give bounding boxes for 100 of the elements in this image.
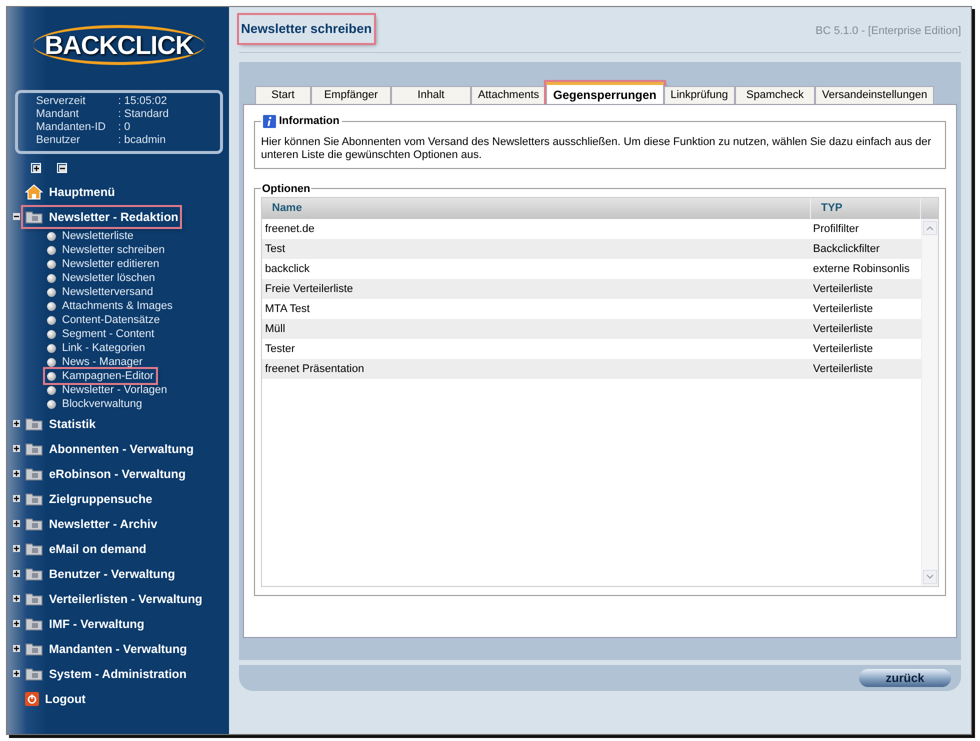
- submenu-item[interactable]: Kampagnen-Editor: [45, 369, 156, 383]
- logo: BACKCLICK: [32, 25, 206, 65]
- bullet-icon: [47, 386, 56, 394]
- table-cell-text: Backclickfilter: [812, 242, 881, 257]
- expand-icon[interactable]: [12, 545, 20, 552]
- info-value: : Standard: [118, 108, 170, 121]
- menu-item[interactable]: Newsletter - Archiv: [23, 514, 160, 534]
- expand-icon[interactable]: [12, 495, 20, 502]
- folder-icon: [25, 416, 43, 430]
- table-cell-text: Verteilerliste: [812, 322, 874, 337]
- menu-item[interactable]: IMF - Verwaltung: [23, 614, 146, 634]
- info-value: : bcadmin: [118, 134, 167, 147]
- table-cell-text: freenet.de: [264, 222, 316, 237]
- folder-icon: [25, 516, 43, 530]
- tab[interactable]: Gegensperrungen: [546, 82, 664, 104]
- page-title: Newsletter schreiben: [239, 15, 374, 42]
- submenu-item[interactable]: Link - Kategorien: [45, 341, 148, 355]
- table-cell-text: Verteilerliste: [812, 342, 874, 357]
- folder-icon: [25, 542, 43, 556]
- tab[interactable]: Inhalt: [391, 86, 471, 104]
- information-legend: Information: [279, 113, 340, 130]
- bullet-icon: [47, 288, 56, 296]
- table-cell-text: Müll: [264, 322, 286, 337]
- bullet-icon: [47, 232, 56, 240]
- table-cell-text: Verteilerliste: [812, 282, 874, 297]
- version-label: BC 5.1.0 - [Enterprise Edition]: [815, 24, 961, 39]
- table-cell-text: Tester: [264, 342, 296, 357]
- table-cell-text: Verteilerliste: [812, 302, 874, 317]
- menu-item[interactable]: Logout: [23, 688, 88, 708]
- menu-item[interactable]: eMail on demand: [23, 538, 148, 558]
- menu-item[interactable]: Newsletter - Redaktion: [23, 206, 180, 226]
- table-cell-text: MTA Test: [264, 302, 311, 317]
- submenu-item[interactable]: Blockverwaltung: [45, 397, 144, 411]
- bullet-icon: [47, 372, 56, 380]
- tab[interactable]: Versandeinstellungen: [815, 86, 934, 104]
- menu-item[interactable]: Hauptmenü: [23, 182, 117, 202]
- house-icon: [25, 184, 43, 200]
- folder-icon: [25, 442, 43, 456]
- folder-icon: [25, 616, 43, 630]
- submenu-item[interactable]: Segment - Content: [45, 327, 156, 341]
- bullet-icon: [47, 260, 56, 268]
- submenu-item[interactable]: Newsletter löschen: [45, 271, 157, 285]
- submenu-item[interactable]: Newsletter - Vorlagen: [45, 383, 170, 397]
- submenu-item[interactable]: Newsletterliste: [45, 229, 136, 243]
- bullet-icon: [47, 316, 56, 324]
- info-label: Mandanten-ID: [36, 121, 107, 134]
- bullet-icon: [47, 330, 56, 338]
- tab[interactable]: Attachments: [471, 86, 546, 104]
- submenu-item[interactable]: Newsletter editieren: [45, 257, 162, 271]
- tab[interactable]: Start: [255, 86, 311, 104]
- expand-icon[interactable]: [12, 420, 20, 427]
- folder-icon: [25, 592, 43, 606]
- bullet-icon: [47, 400, 56, 408]
- submenu-item[interactable]: Newsletter schreiben: [45, 243, 167, 257]
- information-text: Hier können Sie Abonnenten vom Versand des Newsletters ausschließen. Um diese Funktion zu nutzen, wählen Sie dazu einfach aus der unteren Liste die gewünschten Optionen aus.: [261, 136, 932, 162]
- menu-item[interactable]: Statistik: [23, 414, 98, 434]
- table-cell-text: Verteilerliste: [812, 362, 874, 377]
- expand-icon[interactable]: [12, 620, 20, 627]
- expand-icon[interactable]: [12, 470, 20, 477]
- info-label: Serverzeit: [36, 95, 87, 108]
- submenu-item[interactable]: Content-Datensätze: [45, 313, 162, 327]
- info-label: Benutzer: [36, 134, 82, 147]
- expand-icon[interactable]: [12, 670, 20, 677]
- menu-item[interactable]: Benutzer - Verwaltung: [23, 564, 178, 584]
- folder-icon: [25, 466, 43, 480]
- bullet-icon: [47, 274, 56, 282]
- folder-icon: [25, 642, 43, 656]
- bullet-icon: [47, 246, 56, 254]
- submenu-item[interactable]: Attachments & Images: [45, 299, 175, 313]
- info-value: : 0: [118, 121, 132, 134]
- folder-icon: [25, 492, 43, 506]
- tab[interactable]: Linkprüfung: [664, 86, 735, 104]
- folder-icon: [25, 666, 43, 680]
- menu-item[interactable]: Mandanten - Verwaltung: [23, 638, 190, 658]
- power-icon: [25, 692, 39, 706]
- submenu-item[interactable]: Newsletterversand: [45, 285, 156, 299]
- table-cell-text: Freie Verteilerliste: [264, 282, 354, 297]
- menu-item[interactable]: Verteilerlisten - Verwaltung: [23, 588, 204, 608]
- tab[interactable]: Empfänger: [311, 86, 391, 104]
- collapse-icon[interactable]: [12, 213, 20, 220]
- expand-icon[interactable]: [12, 520, 20, 527]
- menu-item[interactable]: Abonnenten - Verwaltung: [23, 438, 196, 458]
- expand-icon[interactable]: [12, 445, 20, 452]
- submenu-item[interactable]: News - Manager: [45, 355, 145, 369]
- options-legend: Optionen: [261, 180, 312, 197]
- expand-icon[interactable]: [12, 645, 20, 652]
- menu-item[interactable]: eRobinson - Verwaltung: [23, 464, 188, 484]
- menu-item[interactable]: System - Administration: [23, 664, 189, 684]
- info-label: Mandant: [36, 108, 80, 121]
- folder-icon: [25, 210, 43, 224]
- expand-icon[interactable]: [12, 595, 20, 602]
- table-cell-text: Profilfilter: [812, 222, 860, 237]
- expand-icon[interactable]: [12, 570, 20, 577]
- bullet-icon: [47, 358, 56, 366]
- folder-icon: [25, 566, 43, 580]
- tab[interactable]: Spamcheck: [735, 86, 815, 104]
- back-button[interactable]: zurück: [859, 669, 951, 687]
- table-cell-text: Test: [264, 242, 286, 257]
- menu-item[interactable]: Zielgruppensuche: [23, 488, 154, 508]
- info-icon: [263, 114, 276, 128]
